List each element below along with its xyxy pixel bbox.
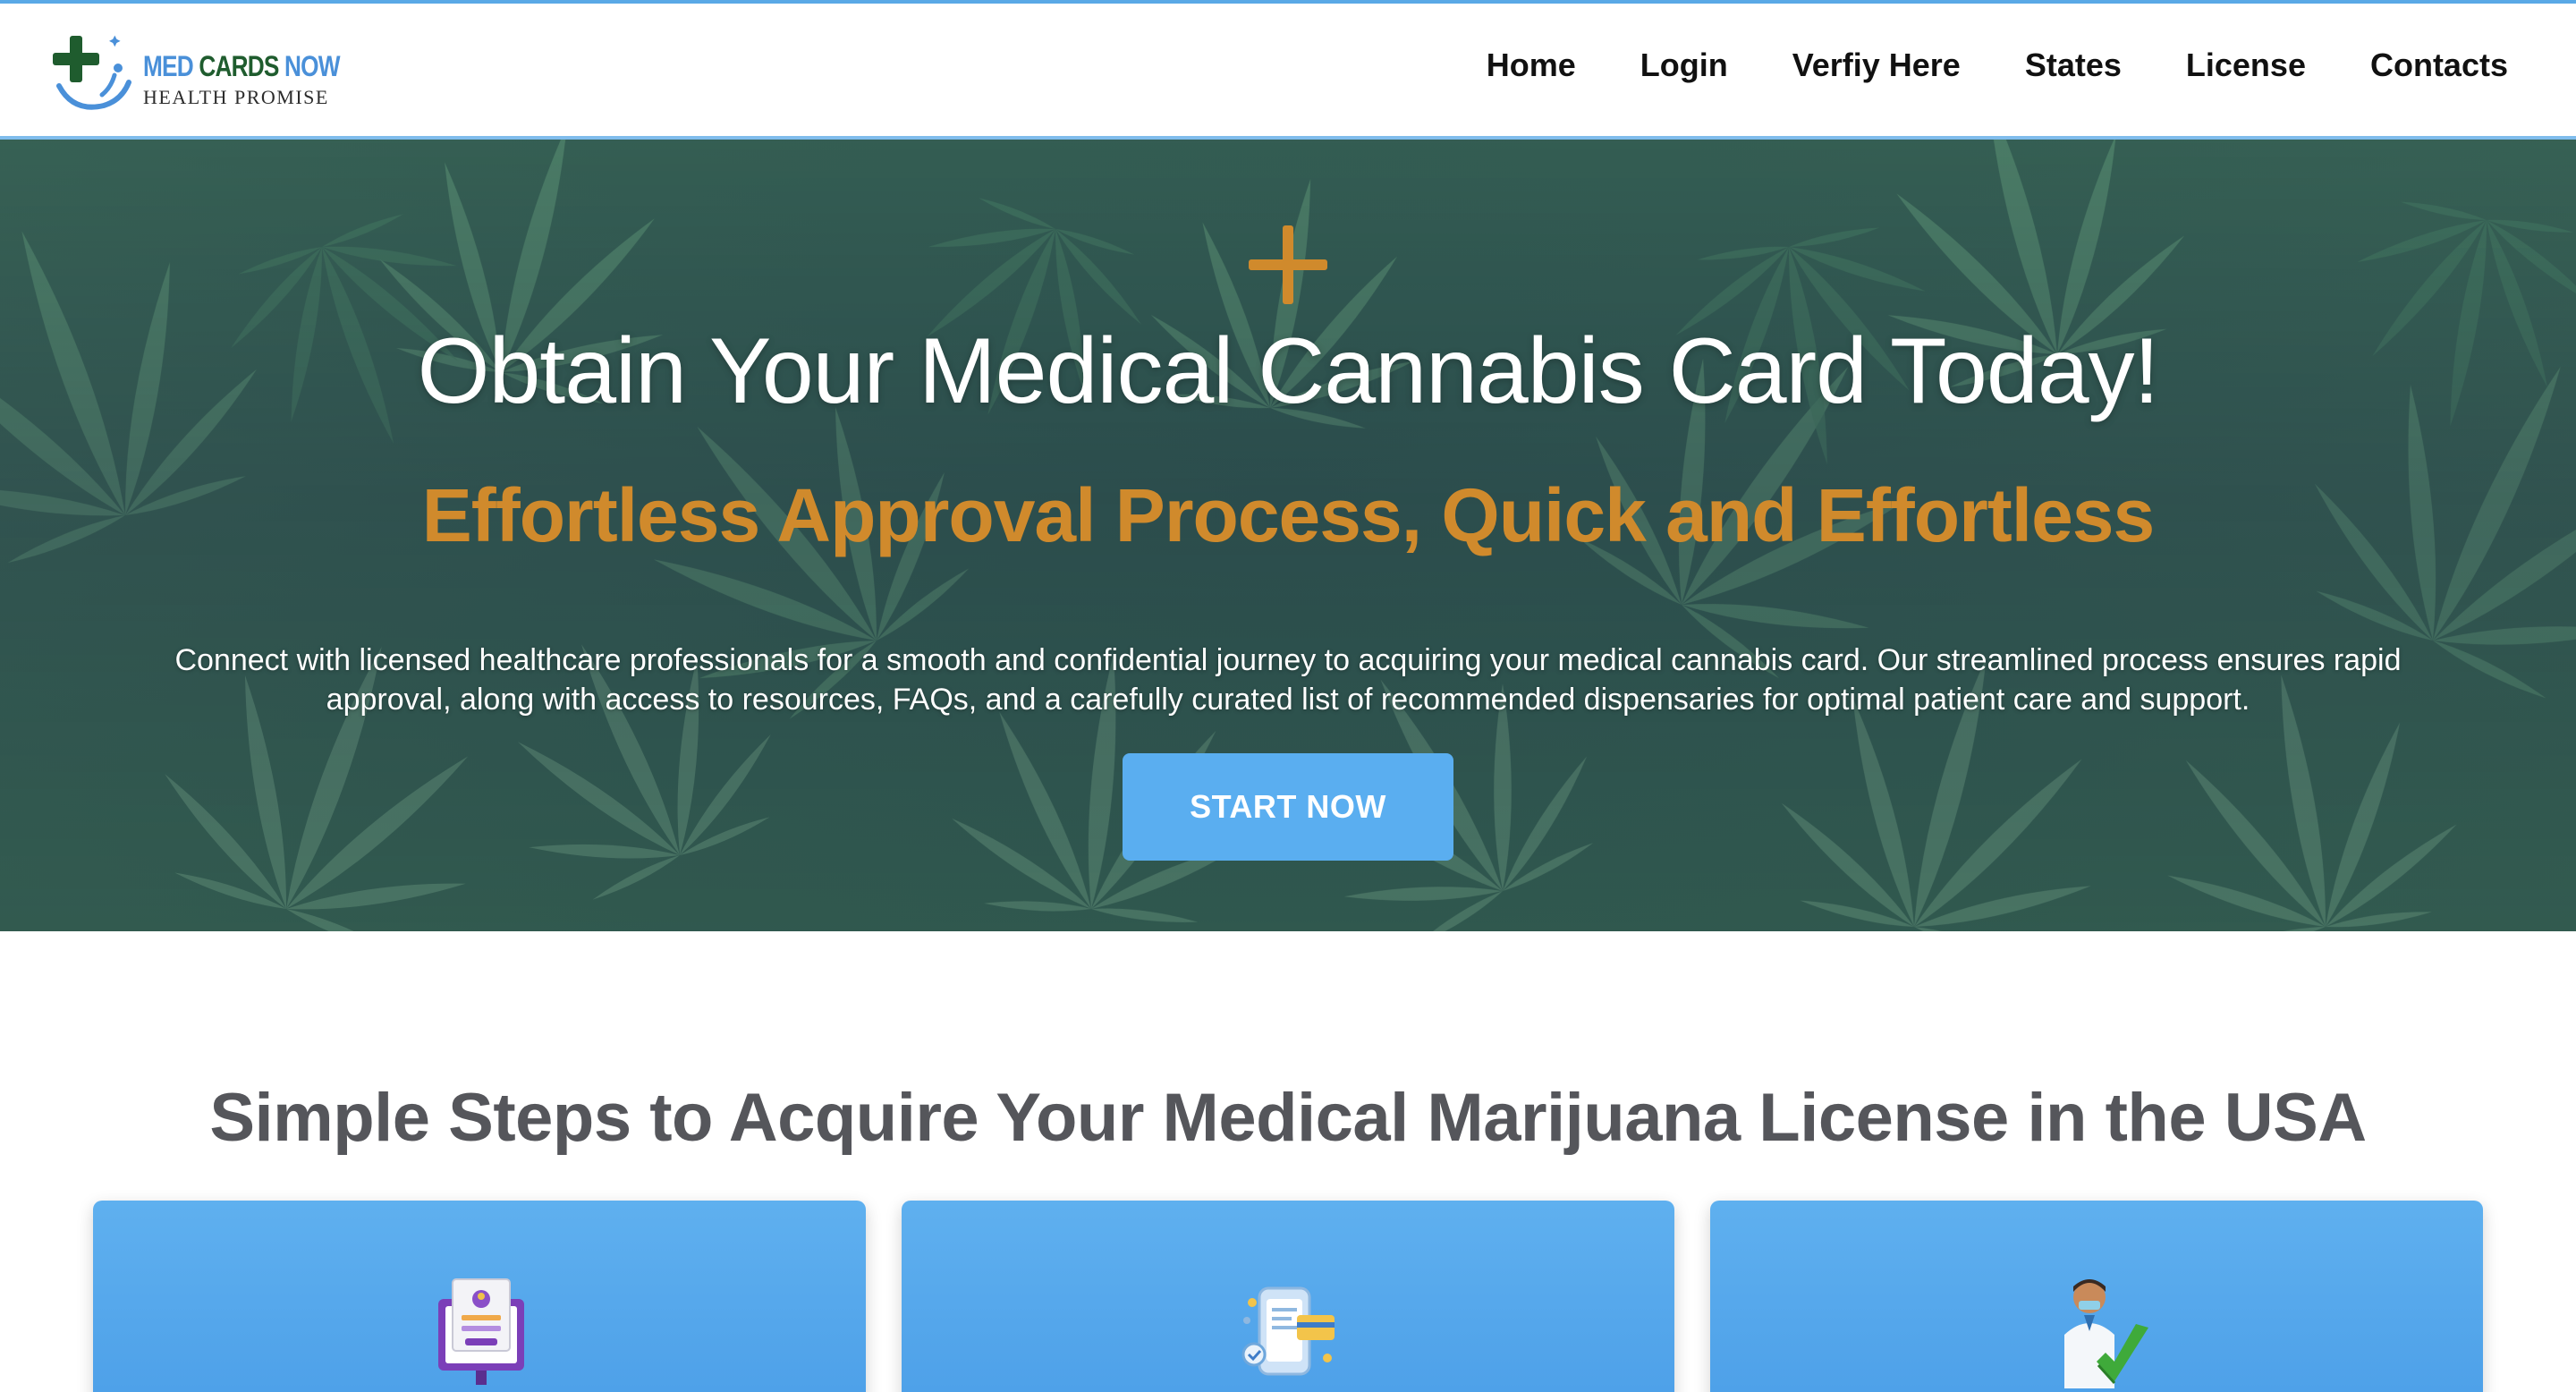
brand-tagline: HEALTH PROMISE — [143, 86, 329, 108]
doctor-approval-icon — [2064, 1279, 2148, 1388]
step-card-1 — [93, 1201, 866, 1392]
brand-name-cards: CARDS — [199, 50, 279, 82]
nav-license[interactable]: License — [2186, 47, 2306, 84]
nav-login[interactable]: Login — [1640, 47, 1728, 84]
online-form-icon — [438, 1278, 524, 1385]
brand-name: MED CARDS NOW — [143, 50, 340, 83]
brand-name-med: MED — [143, 50, 194, 82]
hero-section: Obtain Your Medical Cannabis Card Today!… — [0, 140, 2576, 931]
brand-logo[interactable]: MED CARDS NOW HEALTH PROMISE — [47, 30, 340, 116]
nav-home[interactable]: Home — [1487, 47, 1576, 84]
hero-title: Obtain Your Medical Cannabis Card Today! — [417, 319, 2160, 423]
start-now-button[interactable]: START NOW — [1123, 753, 1453, 861]
payment-phone-icon — [1241, 1286, 1335, 1376]
main-nav: Home Login Verfiy Here States License Co… — [1487, 47, 2508, 84]
hero-subtitle: Effortless Approval Process, Quick and E… — [421, 473, 2155, 557]
step-card-2 — [902, 1201, 1674, 1392]
medical-cross-logo-icon — [53, 35, 131, 110]
nav-states[interactable]: States — [2025, 47, 2122, 84]
nav-verify-here[interactable]: Verfiy Here — [1792, 47, 1961, 84]
plus-icon — [1249, 225, 1327, 304]
steps-section-title: Simple Steps to Acquire Your Medical Mar… — [209, 1080, 2367, 1156]
hero-description: Connect with licensed healthcare profess… — [174, 643, 2402, 717]
step-card-3 — [1710, 1201, 2483, 1392]
site-header: MED CARDS NOW HEALTH PROMISE Home Login … — [0, 0, 2576, 140]
nav-contacts[interactable]: Contacts — [2370, 47, 2508, 84]
brand-name-now: NOW — [284, 50, 340, 82]
